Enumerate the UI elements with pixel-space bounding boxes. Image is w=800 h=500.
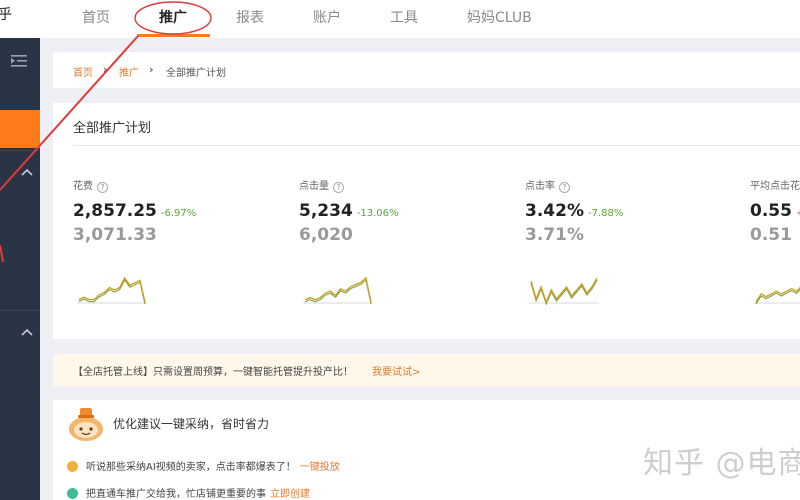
nav-item-promotion[interactable]: 推广 [159, 7, 187, 27]
sidebar-active-item[interactable] [0, 110, 40, 148]
panel-divider [73, 145, 800, 146]
one-click-launch-link[interactable]: 一键投放 [300, 462, 340, 473]
help-icon[interactable]: ? [97, 182, 108, 193]
metric-change: -13.06% [356, 208, 399, 219]
metric-value: 0.55 [750, 201, 792, 221]
panel-title: 全部推广计划 [73, 121, 152, 136]
mascot-icon [69, 408, 103, 441]
nav-item-reports[interactable]: 报表 [236, 7, 264, 27]
breadcrumb-separator: › [103, 63, 108, 76]
metric-previous-value: 0.51 [750, 225, 792, 245]
metric-label: 点击量 [299, 181, 329, 192]
metric-value: 3.42% [525, 201, 584, 221]
sidebar-divider [0, 150, 40, 151]
trend-sparkline [303, 276, 373, 305]
promo-notice-banner: 【全店托管上线】只需设置周预算，一键智能托管提升投产比！ 我要试试> [53, 354, 800, 386]
metric-card-avg-cpc[interactable]: 平均点击花 0.55 + 0.51 [750, 177, 800, 317]
watermark: 知乎 @电商 [643, 446, 800, 481]
metric-label: 点击率 [525, 181, 555, 192]
metric-card-ctr[interactable]: 点击率? 3.42% -7.88% 3.71% [525, 177, 725, 317]
stats-panel: 全部推广计划 花费? 2,857.25 -6.97% 3,071.33 点击量? … [53, 103, 800, 339]
chevron-up-icon[interactable] [21, 328, 33, 336]
suggestion-row: 把直通车推广交给我，忙店铺更重要的事 立即创建 [67, 485, 310, 500]
nav-item-home[interactable]: 首页 [82, 7, 110, 27]
breadcrumb-current: 全部推广计划 [166, 68, 226, 79]
suggestion-text: 把直通车推广交给我，忙店铺更重要的事 [86, 489, 266, 500]
top-nav-bar: 乎 首页 推广 报表 账户 工具 妈妈CLUB [0, 0, 800, 38]
menu-collapse-icon[interactable] [11, 55, 27, 67]
metric-value: 2,857.25 [73, 201, 157, 221]
metric-change: -7.88% [587, 208, 624, 219]
chevron-up-icon[interactable] [21, 168, 33, 176]
nav-active-indicator [137, 34, 210, 37]
notice-text: 【全店托管上线】只需设置周预算，一键智能托管提升投产比！ [73, 367, 353, 378]
metric-label: 花费 [73, 181, 93, 192]
trend-sparkline [754, 286, 800, 305]
suggestion-text: 听说那些采纳AI视频的卖家，点击率都爆表了！ [86, 462, 296, 473]
metric-previous-value: 3.71% [525, 225, 584, 245]
breadcrumb: 首页 › 推广 › 全部推广计划 [53, 52, 800, 88]
nav-item-tools[interactable]: 工具 [390, 7, 418, 27]
trend-sparkline [529, 277, 599, 305]
sparkline-previous-series [78, 279, 146, 305]
nav-item-mama-club[interactable]: 妈妈CLUB [467, 7, 532, 27]
sparkline-series [755, 286, 800, 303]
try-now-link[interactable]: 我要试试> [372, 363, 420, 378]
bulb-icon [67, 461, 78, 472]
metric-previous-value: 3,071.33 [73, 225, 157, 245]
sparkline-series [78, 276, 146, 303]
trend-sparkline [77, 276, 147, 305]
metric-value: 5,234 [299, 201, 353, 221]
metric-change: -6.97% [160, 208, 197, 219]
breadcrumb-separator: › [149, 63, 154, 76]
bulb-icon [67, 488, 78, 499]
metric-change: + [796, 208, 800, 219]
optimization-title: 优化建议一键采纳，省时省力 [113, 417, 270, 431]
nav-item-account[interactable]: 账户 [313, 7, 341, 27]
help-icon[interactable]: ? [333, 182, 344, 193]
sparkline-series [304, 276, 372, 303]
metric-previous-value: 6,020 [299, 225, 353, 245]
metric-card-clicks[interactable]: 点击量? 5,234 -13.06% 6,020 [299, 177, 499, 317]
breadcrumb-home[interactable]: 首页 [73, 64, 93, 79]
suggestion-row: 听说那些采纳AI视频的卖家，点击率都爆表了！ 一键投放 [67, 458, 340, 473]
sidebar-divider [0, 310, 40, 311]
left-sidebar [0, 38, 40, 500]
help-icon[interactable]: ? [559, 182, 570, 193]
breadcrumb-promotion[interactable]: 推广 [119, 64, 139, 79]
brand-fragment: 乎 [0, 7, 12, 23]
metric-card-cost[interactable]: 花费? 2,857.25 -6.97% 3,071.33 [73, 177, 273, 317]
create-now-link[interactable]: 立即创建 [270, 489, 310, 500]
metric-label: 平均点击花 [750, 181, 800, 192]
